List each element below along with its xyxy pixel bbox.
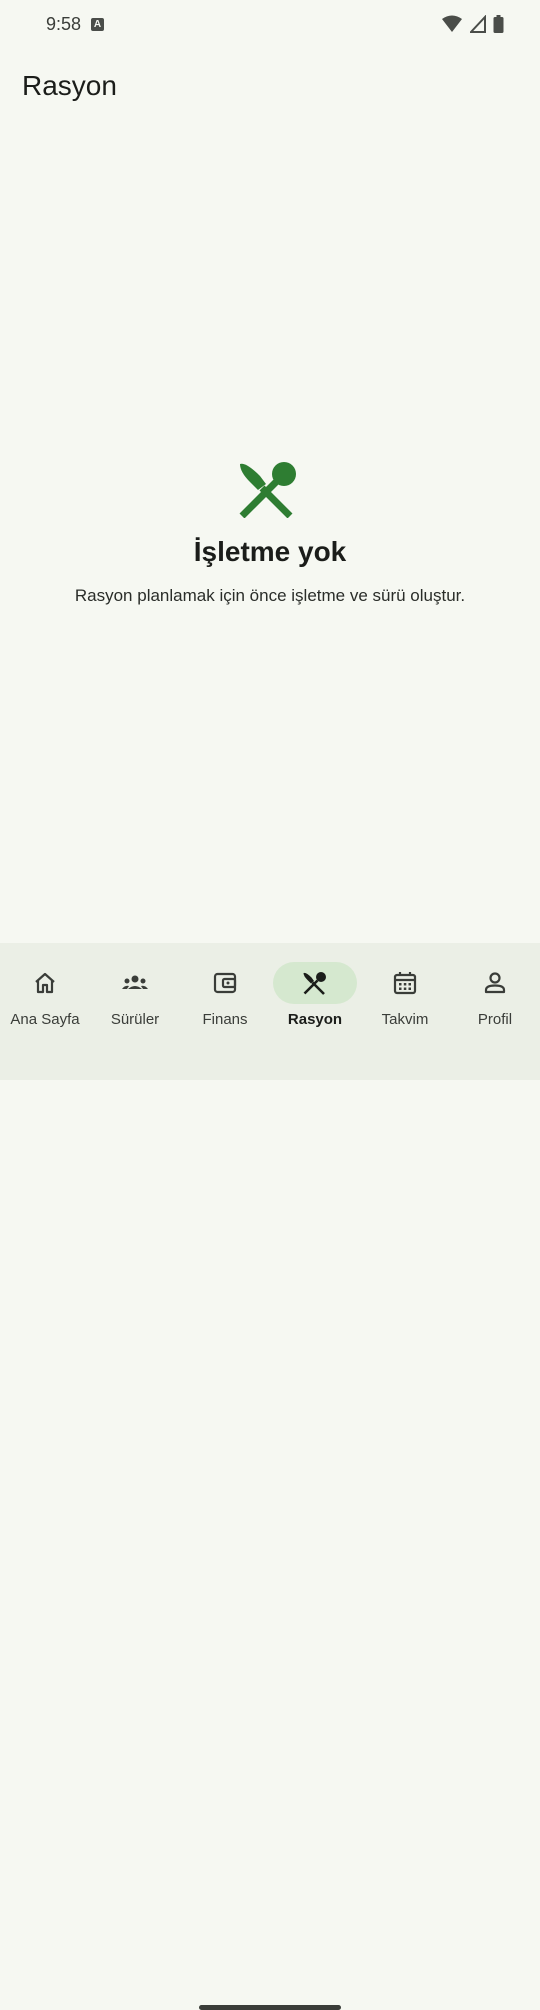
calendar-icon: [393, 972, 417, 995]
nav-label: Rasyon: [287, 1011, 343, 1028]
nav-label: Sürüler: [110, 1011, 160, 1028]
nav-label: Finans: [202, 1011, 248, 1028]
status-bar: 9:58 A: [0, 0, 540, 50]
nav-item-profil[interactable]: Profil: [450, 943, 540, 1043]
empty-state-description: Rasyon planlamak için önce işletme ve sü…: [74, 586, 466, 605]
restaurant-icon: [303, 972, 326, 995]
nav-label: Takvim: [381, 1011, 429, 1028]
home-indicator[interactable]: [199, 2005, 341, 2010]
groups-icon: [122, 975, 148, 989]
status-time: 9:58: [46, 14, 82, 34]
nav-label: Profil: [477, 1011, 513, 1028]
nav-item-finans[interactable]: Finans: [180, 943, 270, 1043]
notification-icon: A: [91, 18, 104, 31]
empty-state: İşletme yok Rasyon planlamak için önce i…: [0, 458, 540, 606]
battery-icon: [493, 15, 504, 33]
bottom-navigation: Ana Sayfa Sürüler Finans Rasyon Takvim P…: [0, 943, 540, 2010]
home-icon: [35, 972, 55, 994]
restaurant-icon: [239, 462, 296, 518]
cellular-signal-icon: [469, 15, 486, 33]
nav-item-rasyon[interactable]: Rasyon: [270, 943, 360, 1043]
status-icons: [439, 15, 504, 35]
person-icon: [484, 972, 506, 994]
nav-item-ana-sayfa[interactable]: Ana Sayfa: [0, 943, 90, 1043]
page-title: Rasyon: [22, 70, 117, 101]
empty-state-title: İşletme yok: [193, 536, 347, 567]
nav-item-suruler[interactable]: Sürüler: [90, 943, 180, 1043]
nav-label: Ana Sayfa: [10, 1011, 80, 1028]
wallet-icon: [213, 972, 237, 994]
wifi-icon: [442, 15, 463, 32]
nav-item-takvim[interactable]: Takvim: [360, 943, 450, 1043]
